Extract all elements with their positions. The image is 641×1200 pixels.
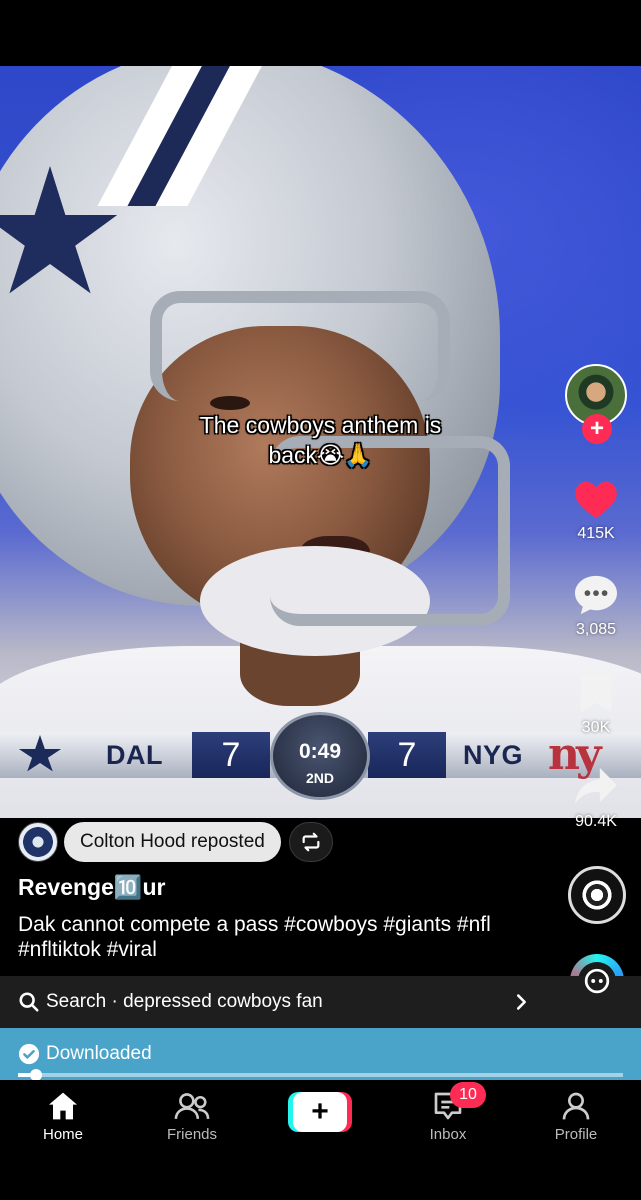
follow-plus-icon[interactable]: + — [582, 414, 612, 444]
bubble-face-icon — [584, 968, 610, 994]
game-period: 2ND — [305, 770, 334, 786]
nav-home[interactable]: Home — [8, 1088, 118, 1143]
repost-icon — [302, 832, 320, 852]
nav-profile-label: Profile — [554, 1126, 598, 1143]
home-team: DAL — [106, 740, 163, 770]
create-post-button[interactable]: + — [288, 1092, 352, 1132]
nav-friends-label: Friends — [166, 1126, 218, 1143]
video-caption: The cowboys anthem is back😭🙏 — [0, 410, 641, 470]
repost-button[interactable] — [288, 822, 333, 862]
nav-home-label: Home — [42, 1126, 83, 1143]
heart-icon — [575, 481, 617, 519]
profile-icon — [562, 1092, 590, 1120]
comment-count: 3,085 — [575, 621, 617, 638]
video-progress-fill — [18, 1073, 31, 1077]
home-icon — [49, 1092, 77, 1120]
video-progress-bar[interactable] — [18, 1069, 623, 1081]
friends-icon — [174, 1093, 210, 1119]
nav-inbox-label: Inbox — [429, 1126, 467, 1143]
check-circle-icon — [18, 1043, 40, 1065]
chevron-right-icon — [516, 994, 526, 1010]
reposted-label[interactable]: Colton Hood reposted — [64, 822, 281, 862]
downloaded-label: Downloaded — [46, 1043, 152, 1064]
facemask — [150, 291, 450, 401]
caption-line-1: The cowboys anthem is — [199, 412, 442, 438]
related-search-bar[interactable]: Search · depressed cowboys fan — [0, 976, 641, 1028]
inbox-badge: 10 — [450, 1082, 486, 1108]
share-count: 90.4K — [575, 813, 617, 830]
save-count: 30K — [581, 719, 611, 736]
share-button[interactable]: 90.4K — [556, 766, 636, 831]
nav-friends[interactable]: Friends — [137, 1088, 247, 1143]
nav-profile[interactable]: Profile — [521, 1088, 631, 1143]
caption-line-2: back😭🙏 — [268, 442, 373, 468]
like-count: 415K — [577, 525, 615, 542]
bookmark-icon — [580, 673, 612, 713]
comment-icon — [575, 575, 617, 615]
like-button[interactable]: 415K — [556, 478, 636, 543]
nav-inbox[interactable]: Inbox — [393, 1088, 503, 1143]
reposter-avatar[interactable] — [18, 822, 58, 862]
save-button[interactable]: 30K — [556, 672, 636, 737]
home-score: 7 — [192, 732, 270, 778]
away-score: 7 — [368, 732, 446, 778]
sound-disc-icon[interactable] — [568, 866, 626, 924]
away-team: NYG — [463, 740, 524, 770]
repost-row: Colton Hood reposted — [18, 822, 333, 862]
plus-icon: + — [293, 1092, 347, 1132]
bottom-navigation: Home Friends + Inbox 10 Profile — [0, 1080, 641, 1200]
share-arrow-icon — [575, 767, 617, 805]
post-description[interactable]: Dak cannot compete a pass #cowboys #gian… — [18, 912, 558, 962]
comment-button[interactable]: 3,085 — [556, 574, 636, 639]
cowboys-star-icon — [18, 735, 62, 772]
creator-username[interactable]: Revenge🔟ur — [18, 874, 166, 901]
search-icon — [19, 992, 39, 1012]
game-clock: 0:49 — [298, 740, 342, 763]
search-suggestion-text: Search · depressed cowboys fan — [46, 991, 323, 1012]
